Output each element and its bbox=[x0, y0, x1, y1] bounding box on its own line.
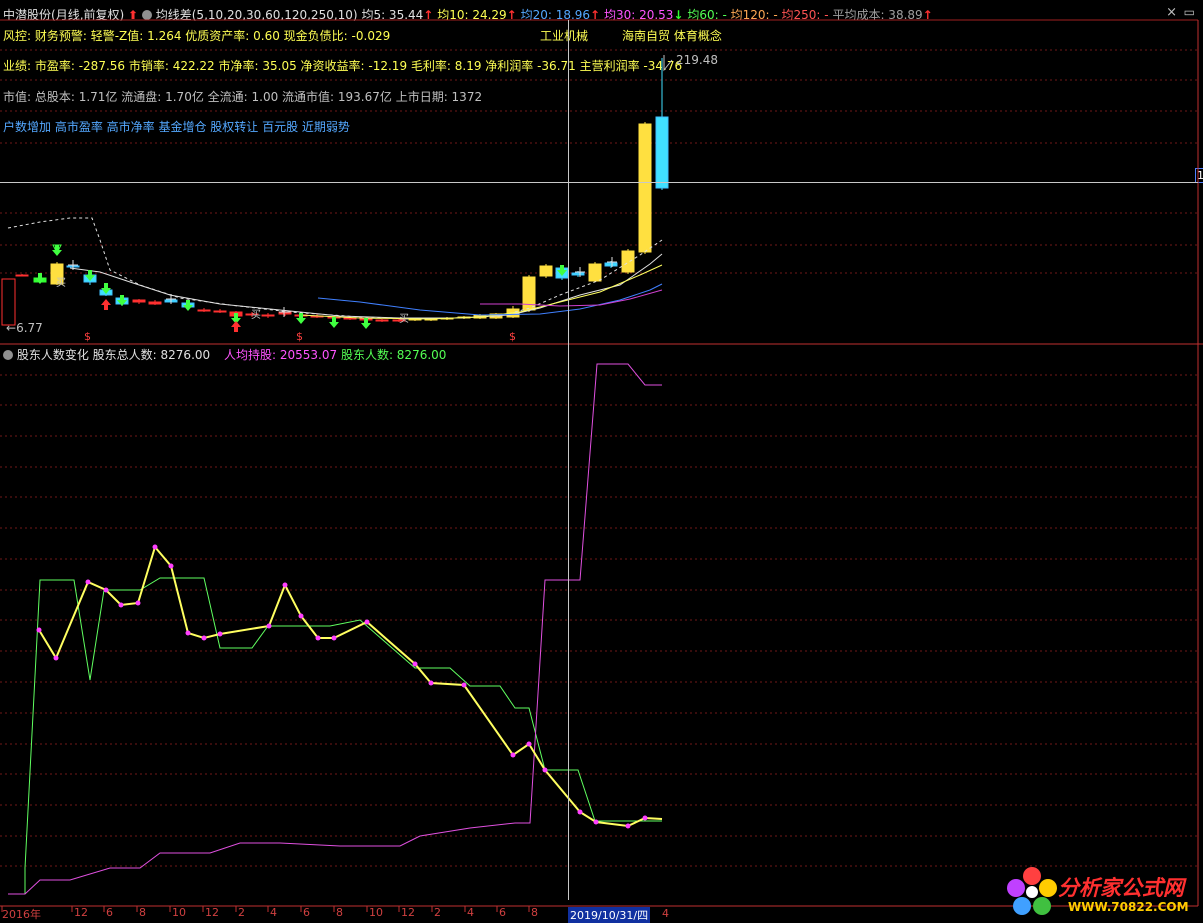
data-point bbox=[282, 582, 288, 588]
logo-url: WWW.70822.COM bbox=[1068, 900, 1189, 914]
candle-body bbox=[132, 299, 146, 303]
high-pointer bbox=[663, 55, 673, 72]
candle-body bbox=[604, 262, 618, 267]
ma5-line bbox=[69, 253, 663, 319]
data-point bbox=[331, 635, 337, 641]
candle-body bbox=[148, 301, 162, 305]
per-holder-magenta-line bbox=[8, 363, 662, 895]
cursor-date: 2019/10/31/四 bbox=[568, 907, 651, 923]
dollar-mark: $ bbox=[296, 330, 303, 343]
x-axis-label: 2 bbox=[434, 906, 441, 919]
tail-label: 4 bbox=[662, 907, 669, 920]
candle-body bbox=[539, 265, 553, 277]
data-point bbox=[298, 613, 304, 619]
data-point bbox=[53, 655, 59, 661]
data-point bbox=[461, 682, 467, 688]
x-axis-label: 6 bbox=[499, 906, 506, 919]
data-point bbox=[103, 587, 109, 593]
chart-canvas[interactable]: 买买 买$ $ $ bbox=[0, 0, 1203, 922]
data-point bbox=[315, 635, 321, 641]
data-point bbox=[168, 563, 174, 569]
data-point bbox=[85, 579, 91, 585]
x-axis-label: 8 bbox=[139, 906, 146, 919]
data-point bbox=[642, 815, 648, 821]
candle-body bbox=[261, 314, 275, 317]
crosshair-horizontal bbox=[0, 182, 1198, 183]
signals: 买买 买$ $ $ bbox=[35, 55, 673, 343]
flower-logo-icon bbox=[1007, 867, 1057, 915]
down-arrow-icon bbox=[329, 317, 339, 328]
down-arrow-icon bbox=[183, 300, 193, 311]
x-axis-label: 4 bbox=[270, 906, 277, 919]
data-point bbox=[152, 544, 158, 550]
x-axis-label: 8 bbox=[336, 906, 343, 919]
dollar-mark: $ bbox=[84, 330, 91, 343]
data-point bbox=[185, 630, 191, 636]
data-point bbox=[577, 809, 583, 815]
data-point bbox=[428, 680, 434, 686]
x-axis-label: 4 bbox=[467, 906, 474, 919]
candle-body bbox=[621, 250, 635, 273]
x-axis-label: 6 bbox=[106, 906, 113, 919]
x-axis-label: 12 bbox=[401, 906, 415, 919]
data-point bbox=[510, 752, 516, 758]
holder-lines bbox=[8, 363, 663, 895]
data-point bbox=[412, 661, 418, 667]
x-axis-label: 10 bbox=[172, 906, 186, 919]
candle-body bbox=[15, 274, 29, 277]
crosshair-vertical bbox=[568, 20, 569, 900]
buy-mark: 买 bbox=[56, 277, 66, 289]
x-axis-label: 6 bbox=[303, 906, 310, 919]
x-axis-label: 12 bbox=[74, 906, 88, 919]
ma20-line bbox=[317, 283, 663, 316]
candle-body bbox=[1, 278, 16, 326]
x-axis-label: 2 bbox=[238, 906, 245, 919]
grid bbox=[0, 49, 1198, 867]
data-point bbox=[625, 823, 631, 829]
buy-mark: 买 bbox=[399, 313, 409, 325]
candle-body bbox=[638, 123, 652, 253]
data-point bbox=[593, 819, 599, 825]
up-arrow-icon bbox=[101, 299, 111, 310]
data-point bbox=[135, 600, 141, 606]
x-axis-label: 8 bbox=[531, 906, 538, 919]
data-point bbox=[364, 619, 370, 625]
buy-mark: 买 bbox=[251, 309, 261, 321]
data-point bbox=[118, 602, 124, 608]
candle-body bbox=[655, 116, 669, 189]
x-axis-label: 12 bbox=[205, 906, 219, 919]
holders-green-line bbox=[24, 577, 662, 894]
data-point bbox=[201, 635, 207, 641]
data-point bbox=[266, 623, 272, 629]
candle-body bbox=[571, 272, 585, 276]
dollar-mark: $ bbox=[509, 330, 516, 343]
x-axis-label: 2016年 bbox=[2, 908, 41, 921]
candle-body bbox=[213, 310, 227, 313]
site-logo: 分析家公式网 WWW.70822.COM bbox=[1002, 864, 1197, 920]
data-point bbox=[36, 627, 42, 633]
candle-body bbox=[197, 309, 211, 312]
up-arrow-icon bbox=[231, 321, 241, 332]
logo-name: 分析家公式网 bbox=[1058, 876, 1184, 900]
data-point bbox=[217, 631, 223, 637]
x-axis-label: 10 bbox=[369, 906, 383, 919]
candle-body bbox=[375, 319, 389, 322]
candle-body bbox=[588, 263, 602, 282]
data-point bbox=[526, 741, 532, 747]
data-point bbox=[542, 767, 548, 773]
